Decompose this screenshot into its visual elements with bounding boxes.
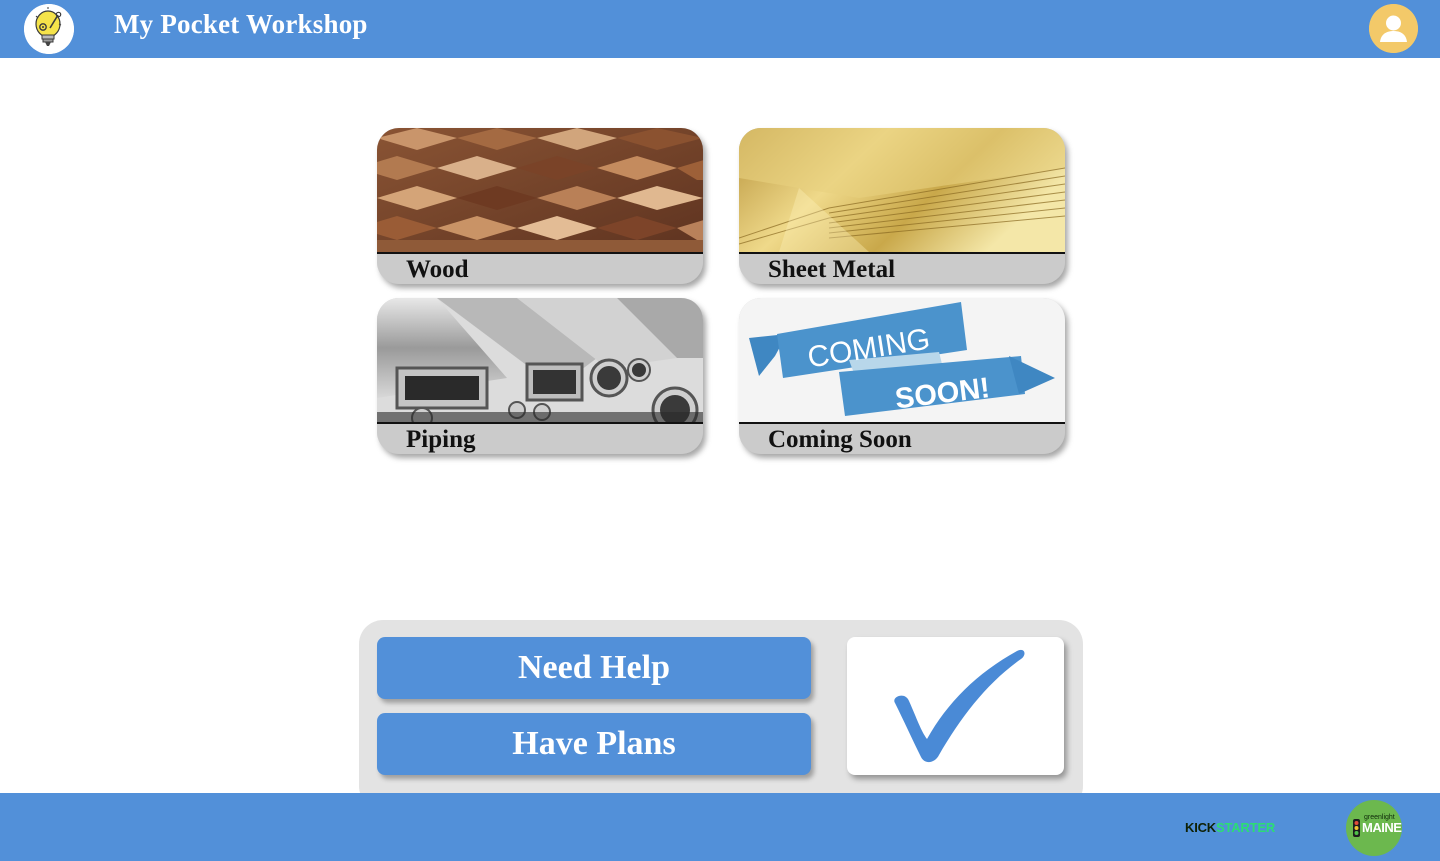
card-label-sheet-metal: Sheet Metal xyxy=(768,256,896,283)
card-label-bar: Piping xyxy=(377,422,703,454)
material-card-sheet-metal[interactable]: Sheet Metal xyxy=(739,128,1065,284)
kickstarter-logo-kick: KICK xyxy=(1185,820,1216,835)
checkmark-icon xyxy=(894,649,1025,763)
card-label-coming-soon: Coming Soon xyxy=(768,426,912,453)
card-label-bar: Coming Soon xyxy=(739,422,1065,454)
coming-soon-banner-image: COMING SOON! xyxy=(739,298,1065,422)
lightbulb-logo-icon[interactable] xyxy=(24,4,74,54)
user-profile-icon[interactable] xyxy=(1369,4,1418,53)
have-plans-button[interactable]: Have Plans xyxy=(377,713,811,775)
app-title: My Pocket Workshop xyxy=(114,9,368,39)
card-label-wood: Wood xyxy=(406,256,469,283)
card-label-piping: Piping xyxy=(406,426,476,453)
piping-image xyxy=(377,298,703,422)
material-card-piping[interactable]: Piping xyxy=(377,298,703,454)
app-header: My Pocket Workshop xyxy=(0,0,1440,58)
wood-image xyxy=(377,128,703,252)
need-help-button[interactable]: Need Help xyxy=(377,637,811,699)
material-card-wood[interactable]: Wood xyxy=(377,128,703,284)
greenlight-maine-logo[interactable]: greenlight MAINE xyxy=(1346,800,1402,856)
kickstarter-logo[interactable]: KICKSTARTER xyxy=(1185,820,1275,835)
material-card-coming-soon[interactable]: COMING SOON! Coming Soon xyxy=(739,298,1065,454)
confirm-checkmark-button[interactable] xyxy=(847,637,1064,775)
maine-text: MAINE xyxy=(1362,820,1402,835)
card-label-bar: Sheet Metal xyxy=(739,252,1065,284)
app-footer: KICKSTARTER greenlight MAINE xyxy=(0,793,1440,861)
sheet-metal-image xyxy=(739,128,1065,252)
card-label-bar: Wood xyxy=(377,252,703,284)
kickstarter-logo-starter: STARTER xyxy=(1215,820,1276,835)
